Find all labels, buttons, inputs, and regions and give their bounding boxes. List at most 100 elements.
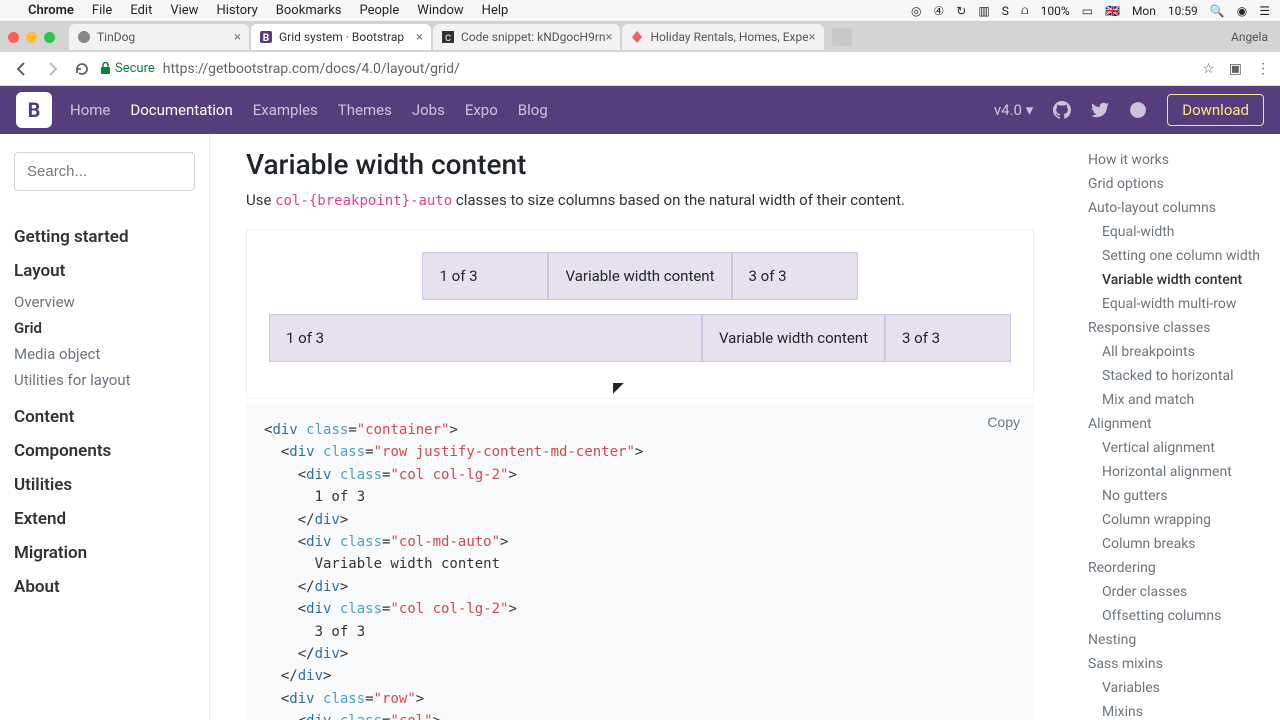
close-tab-icon[interactable]: × <box>416 30 423 45</box>
status-icon[interactable]: ◎ <box>911 4 921 18</box>
close-tab-icon[interactable]: × <box>809 30 816 45</box>
toc-link[interactable]: Stacked to horizontal <box>1080 364 1270 388</box>
toc-link[interactable]: Column wrapping <box>1080 508 1270 532</box>
battery-icon[interactable]: ▭ <box>1082 4 1093 18</box>
bootstrap-logo-icon[interactable]: B <box>16 92 52 128</box>
toc-link[interactable]: Vertical alignment <box>1080 436 1270 460</box>
sidebar-link[interactable]: Overview <box>14 289 195 315</box>
nav-blog[interactable]: Blog <box>518 101 548 119</box>
twitter-icon[interactable] <box>1091 101 1109 119</box>
toc-link[interactable]: Nesting <box>1080 628 1270 652</box>
toc-link[interactable]: Mix and match <box>1080 388 1270 412</box>
browser-tab[interactable]: TinDog × <box>69 24 249 50</box>
wifi-icon[interactable]: ⩍ <box>1021 3 1029 18</box>
menu-people[interactable]: People <box>360 3 400 18</box>
status-icon[interactable]: ↻ <box>956 4 966 18</box>
toc-link[interactable]: Equal-width <box>1080 220 1270 244</box>
close-window-icon[interactable] <box>8 32 19 43</box>
sidebar-heading[interactable]: Components <box>14 441 195 461</box>
toc-link[interactable]: Variable width content <box>1080 268 1270 292</box>
menu-file[interactable]: File <box>92 3 112 18</box>
sidebar-link[interactable]: Utilities for layout <box>14 367 195 393</box>
tab-title: Grid system · Bootstrap <box>279 30 404 44</box>
chrome-menu-icon[interactable]: ⋮ <box>1256 61 1270 77</box>
sidebar-heading[interactable]: Content <box>14 407 195 427</box>
nav-examples[interactable]: Examples <box>253 101 318 119</box>
toc-link[interactable]: Horizontal alignment <box>1080 460 1270 484</box>
new-tab-button[interactable] <box>832 28 852 46</box>
sidebar-heading[interactable]: Migration <box>14 543 195 563</box>
toc-link[interactable]: All breakpoints <box>1080 340 1270 364</box>
toc-link[interactable]: How it works <box>1080 148 1270 172</box>
forward-button[interactable] <box>40 57 64 81</box>
sidebar-heading[interactable]: Utilities <box>14 475 195 495</box>
flag-icon[interactable]: 🇬🇧 <box>1105 4 1120 18</box>
favicon-icon <box>77 30 91 44</box>
toc-link[interactable]: Alignment <box>1080 412 1270 436</box>
nav-jobs[interactable]: Jobs <box>412 101 445 119</box>
close-tab-icon[interactable]: × <box>234 30 241 45</box>
toc-link[interactable]: Variables <box>1080 676 1270 700</box>
app-name[interactable]: Chrome <box>28 3 74 18</box>
sidebar-heading[interactable]: About <box>14 577 195 597</box>
toc-link[interactable]: Auto-layout columns <box>1080 196 1270 220</box>
nav-home[interactable]: Home <box>70 101 110 119</box>
nav-documentation[interactable]: Documentation <box>130 101 232 119</box>
nav-expo[interactable]: Expo <box>465 101 498 119</box>
toc-link[interactable]: Mixins <box>1080 700 1270 720</box>
reload-button[interactable] <box>70 57 94 81</box>
menu-history[interactable]: History <box>216 3 257 18</box>
toc-link[interactable]: Setting one column width <box>1080 244 1270 268</box>
menu-window[interactable]: Window <box>417 3 463 18</box>
page-heading: Variable width content <box>246 148 1034 181</box>
toc-link[interactable]: Responsive classes <box>1080 316 1270 340</box>
sidebar-link[interactable]: Grid <box>14 315 195 341</box>
sidebar-heading[interactable]: Layout <box>14 261 195 281</box>
main-content: Variable width content Use col-{breakpoi… <box>210 134 1070 720</box>
version-dropdown[interactable]: v4.0 ▾ <box>994 101 1033 119</box>
browser-tab[interactable]: B Grid system · Bootstrap × <box>251 24 431 50</box>
status-icon[interactable]: S <box>1002 4 1009 18</box>
spotlight-icon[interactable]: 🔍 <box>1210 4 1225 18</box>
nav-themes[interactable]: Themes <box>338 101 392 119</box>
extension-icon[interactable]: ▣ <box>1229 61 1242 77</box>
clock-time[interactable]: 10:59 <box>1168 4 1198 18</box>
code-line: 3 of 3 <box>264 621 1016 643</box>
menu-icon[interactable]: ☰ <box>1259 4 1270 18</box>
clock-day[interactable]: Mon <box>1132 4 1156 18</box>
battery-label[interactable]: 100% <box>1041 4 1070 18</box>
menu-bookmarks[interactable]: Bookmarks <box>276 3 342 18</box>
toc-link[interactable]: Reordering <box>1080 556 1270 580</box>
menu-view[interactable]: View <box>170 3 198 18</box>
toc-link[interactable]: Column breaks <box>1080 532 1270 556</box>
minimize-window-icon[interactable] <box>26 32 37 43</box>
sidebar-heading[interactable]: Extend <box>14 509 195 529</box>
toc-link[interactable]: Equal-width multi-row <box>1080 292 1270 316</box>
sidebar-link[interactable]: Media object <box>14 341 195 367</box>
user-badge[interactable]: Angela <box>1231 30 1268 44</box>
slack-icon[interactable] <box>1129 101 1147 119</box>
status-icon[interactable]: ▥ <box>978 4 989 18</box>
copy-button[interactable]: Copy <box>987 411 1020 433</box>
toc-link[interactable]: Grid options <box>1080 172 1270 196</box>
close-tab-icon[interactable]: × <box>606 30 613 45</box>
browser-tab[interactable]: Holiday Rentals, Homes, Expe × <box>622 24 823 50</box>
toc-link[interactable]: Offsetting columns <box>1080 604 1270 628</box>
example-col: Variable width content <box>548 252 731 300</box>
sidebar-heading[interactable]: Getting started <box>14 227 195 247</box>
star-icon[interactable]: ☆ <box>1202 61 1215 77</box>
toc-link[interactable]: No gutters <box>1080 484 1270 508</box>
toc-link[interactable]: Sass mixins <box>1080 652 1270 676</box>
download-button[interactable]: Download <box>1167 94 1264 126</box>
toc-link[interactable]: Order classes <box>1080 580 1270 604</box>
back-button[interactable] <box>10 57 34 81</box>
menu-edit[interactable]: Edit <box>130 3 152 18</box>
status-icon[interactable]: ④ <box>934 4 945 18</box>
menu-help[interactable]: Help <box>482 3 509 18</box>
browser-tab[interactable]: C Code snippet: kNDgocH9rn × <box>433 24 620 50</box>
github-icon[interactable] <box>1053 101 1071 119</box>
url-field[interactable]: Secure https://getbootstrap.com/docs/4.0… <box>100 61 1202 77</box>
siri-icon[interactable]: ◉ <box>1237 4 1247 18</box>
maximize-window-icon[interactable] <box>44 32 55 43</box>
search-input[interactable] <box>14 152 195 191</box>
